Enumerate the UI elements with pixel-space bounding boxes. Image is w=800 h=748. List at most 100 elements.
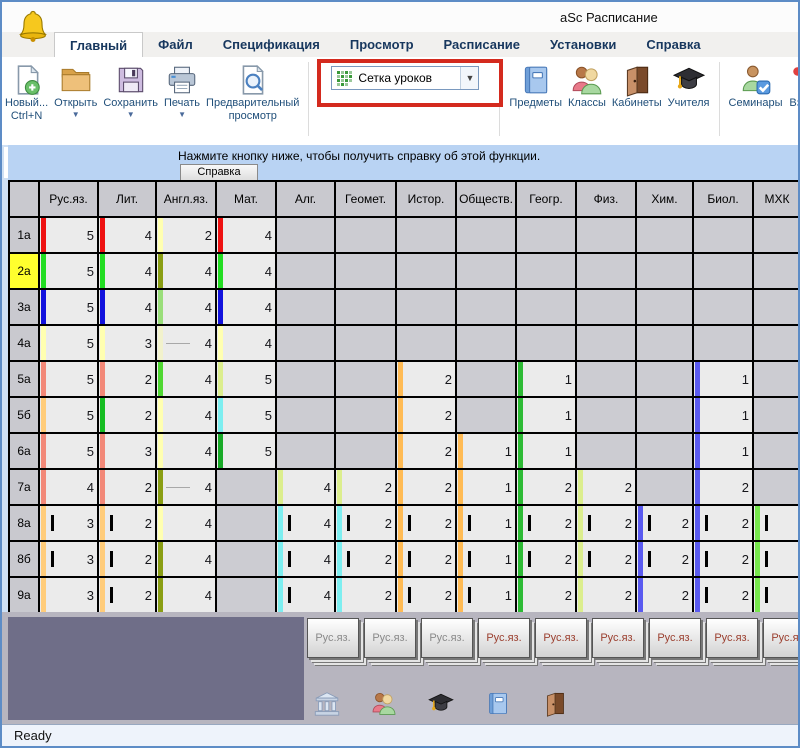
grid-cell[interactable]: 2 <box>694 542 752 576</box>
grid-cell[interactable]: 4 <box>277 506 334 540</box>
column-header-Физ.[interactable]: Физ. <box>577 182 635 216</box>
rooms-button[interactable]: Кабинеты <box>609 63 665 110</box>
grid-cell[interactable]: 5 <box>40 290 97 324</box>
grid-cell[interactable] <box>217 542 275 576</box>
grid-cell[interactable] <box>517 218 575 252</box>
grid-cell[interactable] <box>457 290 515 324</box>
grid-cell[interactable]: 3 <box>40 578 97 612</box>
grid-cell[interactable]: 2 <box>694 506 752 540</box>
grid-cell[interactable] <box>577 254 635 288</box>
grid-cell[interactable] <box>217 506 275 540</box>
grid-cell[interactable] <box>637 362 692 396</box>
grid-cell[interactable] <box>577 362 635 396</box>
grid-cell[interactable]: 1 <box>694 398 752 432</box>
grid-cell[interactable] <box>694 254 752 288</box>
grid-cell[interactable] <box>397 254 455 288</box>
grid-cell[interactable] <box>577 326 635 360</box>
grid-cell[interactable] <box>457 398 515 432</box>
lesson-card-stack[interactable]: Рус.яз. <box>421 618 473 658</box>
grid-cell[interactable] <box>277 362 334 396</box>
lesson-card-stack[interactable]: Рус.яз. <box>763 618 800 658</box>
grid-cell[interactable] <box>577 434 635 468</box>
row-header-4а[interactable]: 4а <box>10 326 38 360</box>
save-button[interactable]: Сохранить▼ <box>100 63 161 123</box>
grid-cell[interactable]: 3 <box>40 542 97 576</box>
grid-cell[interactable]: 2 <box>397 542 455 576</box>
grid-cell[interactable] <box>754 362 800 396</box>
grid-cell[interactable] <box>694 290 752 324</box>
grid-cell[interactable]: 1 <box>517 398 575 432</box>
print-button[interactable]: Печать▼ <box>161 63 203 123</box>
grid-cell[interactable] <box>277 254 334 288</box>
column-header-Обществ.[interactable]: Обществ. <box>457 182 515 216</box>
grid-cell[interactable]: 2 <box>517 506 575 540</box>
row-header-1а[interactable]: 1а <box>10 218 38 252</box>
grid-cell[interactable]: 3 <box>99 434 155 468</box>
door-icon[interactable] <box>540 690 570 717</box>
grid-cell[interactable]: 2 <box>336 506 395 540</box>
grid-cell[interactable]: 2 <box>517 542 575 576</box>
grid-cell[interactable]: 2 <box>637 578 692 612</box>
grid-cell[interactable]: 1 <box>694 434 752 468</box>
column-header-Геогр.[interactable]: Геогр. <box>517 182 575 216</box>
subjects-button[interactable]: Предметы <box>506 63 565 110</box>
grid-cell[interactable]: 2 <box>517 470 575 504</box>
row-header-5б[interactable]: 5б <box>10 398 38 432</box>
grid-cell[interactable]: 4 <box>157 506 215 540</box>
grid-cell[interactable] <box>336 434 395 468</box>
grid-cell[interactable]: 2 <box>397 362 455 396</box>
grid-cell[interactable]: 1 <box>457 470 515 504</box>
grid-cell[interactable]: 1 <box>457 434 515 468</box>
grid-cell[interactable] <box>754 434 800 468</box>
dropdown-arrow-icon[interactable]: ▼ <box>72 110 80 119</box>
grid-cell[interactable] <box>577 218 635 252</box>
grid-cell[interactable] <box>277 398 334 432</box>
lesson-card-stack[interactable]: Рус.яз. <box>307 618 359 658</box>
grid-cell[interactable] <box>637 398 692 432</box>
grid-cell[interactable] <box>754 542 800 576</box>
grid-cell[interactable]: 1 <box>694 362 752 396</box>
tab-settings[interactable]: Установки <box>535 32 631 57</box>
grid-cell[interactable]: 2 <box>99 362 155 396</box>
grid-cell[interactable]: 2 <box>336 542 395 576</box>
column-header-Истор.[interactable]: Истор. <box>397 182 455 216</box>
grid-cell[interactable]: 5 <box>40 434 97 468</box>
grid-cell[interactable]: 4 <box>217 290 275 324</box>
grid-cell[interactable]: 2 <box>99 542 155 576</box>
grid-cell[interactable]: 1 <box>457 578 515 612</box>
column-header-Алг.[interactable]: Алг. <box>277 182 334 216</box>
grid-cell[interactable] <box>637 254 692 288</box>
grid-cell[interactable]: 2 <box>397 470 455 504</box>
preview-button[interactable]: Предварительныйпросмотр <box>203 63 302 123</box>
grid-cell[interactable]: 2 <box>694 470 752 504</box>
grid-cell[interactable] <box>754 254 800 288</box>
grid-cell[interactable] <box>397 290 455 324</box>
column-header-Биол.[interactable]: Биол. <box>694 182 752 216</box>
grid-cell[interactable]: 4 <box>157 254 215 288</box>
grid-cell[interactable] <box>577 398 635 432</box>
lesson-card-stack[interactable]: Рус.яз. <box>364 618 416 658</box>
relations-button[interactable]: Взаим <box>786 63 800 110</box>
grid-cell[interactable] <box>336 254 395 288</box>
row-header-7а[interactable]: 7а <box>10 470 38 504</box>
grid-cell[interactable] <box>637 290 692 324</box>
grid-cell[interactable] <box>336 218 395 252</box>
lesson-card-stack[interactable]: Рус.яз. <box>649 618 701 658</box>
grid-cell[interactable] <box>457 326 515 360</box>
grid-cell[interactable] <box>397 326 455 360</box>
grid-cell[interactable] <box>277 434 334 468</box>
grid-cell[interactable]: 2 <box>397 434 455 468</box>
combo-dropdown-arrow-icon[interactable]: ▼ <box>460 67 478 89</box>
grid-cell[interactable] <box>517 326 575 360</box>
grid-cell[interactable] <box>336 398 395 432</box>
lesson-card-stack[interactable]: Рус.яз. <box>706 618 758 658</box>
grid-cell[interactable]: 1 <box>457 506 515 540</box>
grid-cell[interactable]: 5 <box>217 434 275 468</box>
grid-cell[interactable]: 1 <box>457 542 515 576</box>
grid-cell[interactable] <box>754 326 800 360</box>
grid-cell[interactable] <box>277 218 334 252</box>
grid-cell[interactable]: 5 <box>40 398 97 432</box>
grid-cell[interactable]: 2 <box>694 578 752 612</box>
help-button[interactable]: Справка <box>180 164 258 181</box>
grid-cell[interactable] <box>637 326 692 360</box>
